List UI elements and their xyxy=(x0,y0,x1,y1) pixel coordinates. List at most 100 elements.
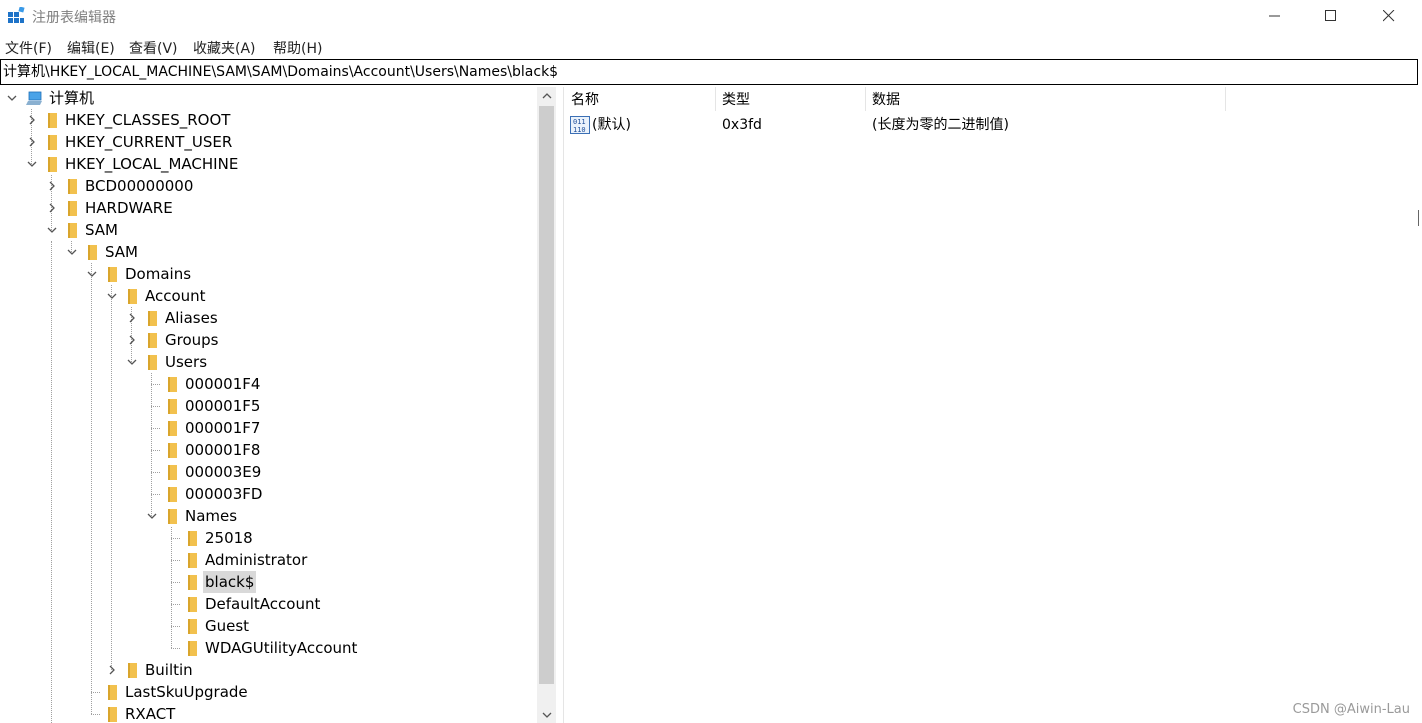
scroll-up-button[interactable] xyxy=(537,87,556,104)
tree-node[interactable]: WDAGUtilityAccount xyxy=(0,637,537,659)
tree-node[interactable]: 000003FD xyxy=(0,483,537,505)
watermark: CSDN @Aiwin-Lau xyxy=(1292,702,1410,717)
tree-node[interactable]: HKEY_LOCAL_MACHINE xyxy=(0,153,537,175)
tree-node[interactable]: DefaultAccount xyxy=(0,593,537,615)
tree-connector-line xyxy=(171,582,180,583)
scroll-thumb[interactable] xyxy=(539,106,554,684)
column-header-name[interactable]: 名称 xyxy=(565,87,716,111)
folder-icon xyxy=(168,399,177,414)
tree-node[interactable]: Account xyxy=(0,285,537,307)
chevron-down-icon[interactable] xyxy=(106,290,118,302)
chevron-down-icon[interactable] xyxy=(146,510,158,522)
folder-icon xyxy=(108,707,117,722)
tree-node-label: Names xyxy=(185,507,238,525)
address-bar[interactable]: 计算机\HKEY_LOCAL_MACHINE\SAM\SAM\Domains\A… xyxy=(0,59,1418,85)
tree-node[interactable]: HKEY_CURRENT_USER xyxy=(0,131,537,153)
folder-icon xyxy=(168,443,177,458)
tree-node[interactable]: Aliases xyxy=(0,307,537,329)
tree-node[interactable]: SAM xyxy=(0,241,537,263)
minimize-icon xyxy=(1269,15,1280,17)
tree-node[interactable]: SAM xyxy=(0,219,537,241)
tree-node[interactable]: 000001F7 xyxy=(0,417,537,439)
chevron-down-icon[interactable] xyxy=(6,92,18,104)
tree-node[interactable]: Names xyxy=(0,505,537,527)
chevron-right-icon[interactable] xyxy=(46,180,58,192)
close-button[interactable] xyxy=(1366,0,1412,32)
tree-node-label: HKEY_CLASSES_ROOT xyxy=(65,111,231,129)
chevron-down-icon[interactable] xyxy=(66,246,78,258)
tree-node[interactable]: Users xyxy=(0,351,537,373)
chevron-down-icon[interactable] xyxy=(46,224,58,236)
menu-edit[interactable]: 编辑(E) xyxy=(67,38,115,58)
scroll-down-button[interactable] xyxy=(537,706,556,723)
menu-bar: 文件(F) 编辑(E) 查看(V) 收藏夹(A) 帮助(H) xyxy=(0,36,1422,58)
column-header-data[interactable]: 数据 xyxy=(866,87,1226,111)
values-pane[interactable]: 名称 类型 数据 011 110 (默认) 0x3fd (长度为零的二进制值) … xyxy=(565,87,1418,723)
folder-icon xyxy=(168,509,177,524)
menu-file[interactable]: 文件(F) xyxy=(5,38,52,58)
tree-node-label: Builtin xyxy=(145,661,193,679)
svg-text:011: 011 xyxy=(573,118,586,126)
chevron-down-icon[interactable] xyxy=(86,268,98,280)
tree-connector-line xyxy=(91,714,100,715)
tree-scrollbar[interactable] xyxy=(537,87,556,723)
tree-node[interactable]: black$ xyxy=(0,571,537,593)
tree-node-label: RXACT xyxy=(125,705,176,723)
resize-grip[interactable] xyxy=(1418,210,1422,226)
chevron-right-icon[interactable] xyxy=(126,334,138,346)
tree-node[interactable]: 000001F4 xyxy=(0,373,537,395)
folder-icon xyxy=(148,355,157,370)
tree-node[interactable]: RXACT xyxy=(0,703,537,723)
chevron-right-icon[interactable] xyxy=(26,114,38,126)
folder-icon xyxy=(48,135,57,150)
tree-node[interactable]: Guest xyxy=(0,615,537,637)
minimize-button[interactable] xyxy=(1252,0,1298,32)
maximize-icon xyxy=(1325,10,1336,21)
chevron-right-icon[interactable] xyxy=(106,664,118,676)
folder-icon xyxy=(108,267,117,282)
tree-node-label: 000001F7 xyxy=(185,419,261,437)
pane-splitter[interactable] xyxy=(556,87,564,723)
folder-icon xyxy=(148,311,157,326)
value-type: 0x3fd xyxy=(722,117,762,133)
tree-connector-line xyxy=(151,472,160,473)
folder-icon xyxy=(188,597,197,612)
tree-node[interactable]: HKEY_CLASSES_ROOT xyxy=(0,109,537,131)
chevron-right-icon[interactable] xyxy=(126,312,138,324)
folder-icon xyxy=(48,157,57,172)
chevron-right-icon[interactable] xyxy=(26,136,38,148)
tree-node-label: Users xyxy=(165,353,208,371)
tree-node[interactable]: Domains xyxy=(0,263,537,285)
maximize-button[interactable] xyxy=(1308,0,1354,32)
tree-node-label: LastSkuUpgrade xyxy=(125,683,248,701)
tree-node[interactable]: 000003E9 xyxy=(0,461,537,483)
tree-node[interactable]: 000001F5 xyxy=(0,395,537,417)
menu-view[interactable]: 查看(V) xyxy=(129,38,178,58)
chevron-down-icon[interactable] xyxy=(26,158,38,170)
tree-node-label: Guest xyxy=(205,617,250,635)
tree-connector-line xyxy=(171,538,180,539)
chevron-down-icon[interactable] xyxy=(126,356,138,368)
tree-node[interactable]: BCD00000000 xyxy=(0,175,537,197)
tree-connector-line xyxy=(171,626,180,627)
tree-node-label: Administrator xyxy=(205,551,308,569)
tree-connector-line xyxy=(151,494,160,495)
tree-node[interactable]: 000001F8 xyxy=(0,439,537,461)
tree-node[interactable]: 计算机 xyxy=(0,87,537,109)
menu-help[interactable]: 帮助(H) xyxy=(273,38,322,58)
tree-node[interactable]: Groups xyxy=(0,329,537,351)
key-tree[interactable]: 计算机 HKEY_CLASSES_ROOT HKEY_CURRENT_USER HKE… xyxy=(0,87,537,723)
value-row[interactable]: 011 110 (默认) 0x3fd (长度为零的二进制值) xyxy=(565,114,1265,136)
tree-node[interactable]: LastSkuUpgrade xyxy=(0,681,537,703)
column-header-type[interactable]: 类型 xyxy=(716,87,866,111)
folder-icon xyxy=(88,245,97,260)
tree-connector-line xyxy=(151,450,160,451)
tree-node-label: DefaultAccount xyxy=(205,595,321,613)
tree-connector-line xyxy=(151,384,160,385)
tree-node[interactable]: Builtin xyxy=(0,659,537,681)
tree-node[interactable]: 25018 xyxy=(0,527,537,549)
tree-node[interactable]: HARDWARE xyxy=(0,197,537,219)
menu-favorites[interactable]: 收藏夹(A) xyxy=(193,38,256,58)
chevron-right-icon[interactable] xyxy=(46,202,58,214)
tree-node[interactable]: Administrator xyxy=(0,549,537,571)
